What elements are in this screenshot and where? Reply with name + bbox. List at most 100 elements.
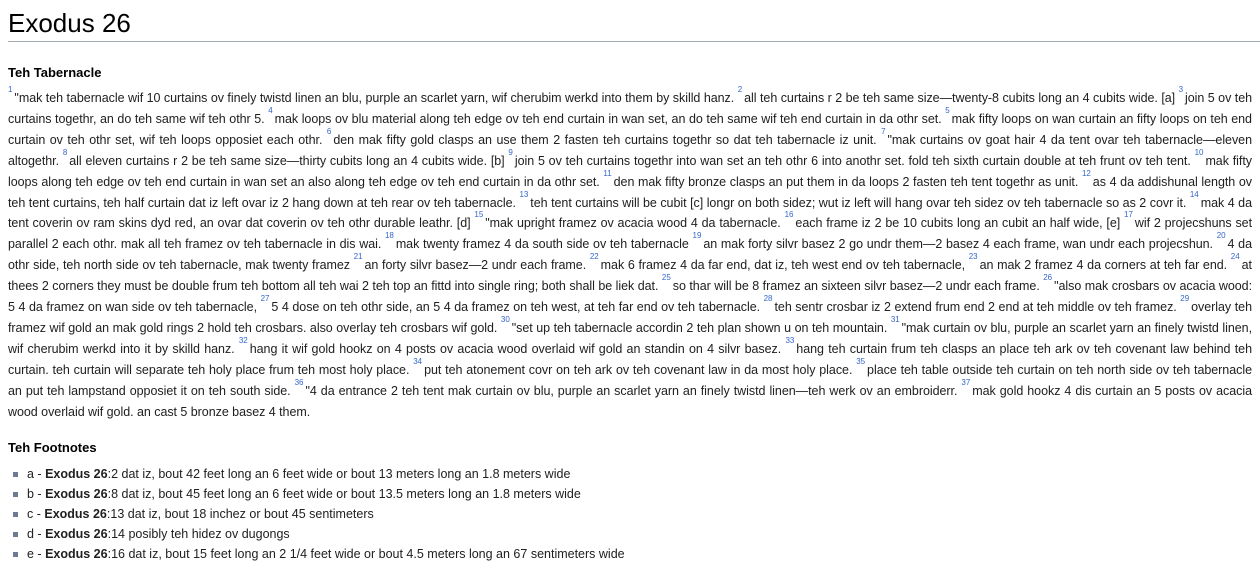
footnote-ref[interactable]: [b] bbox=[491, 154, 505, 168]
footnote-verse: :14 bbox=[107, 526, 125, 541]
footnote-ref-book: Exodus 26 bbox=[45, 546, 108, 561]
verse-text: all eleven curtains r 2 be teh same size… bbox=[69, 153, 491, 168]
verse-text: "mak upright framez ov acacia wood 4 da … bbox=[485, 216, 785, 231]
verse-text: put teh atonement covr on teh ark ov teh… bbox=[424, 362, 857, 377]
verse-number: 12 bbox=[1081, 168, 1091, 178]
page: Exodus 26 Teh Tabernacle 1"mak teh taber… bbox=[0, 0, 1260, 573]
verse-text: so thar will be 8 framez an sixteen silv… bbox=[672, 279, 1044, 294]
bullet-icon bbox=[13, 491, 18, 497]
verse-number: 37 bbox=[961, 377, 971, 387]
verse-number: 21 bbox=[353, 252, 363, 262]
verse-number: 1 bbox=[8, 85, 13, 94]
footnote-verse: :16 bbox=[107, 546, 125, 561]
verse-text: mak loops ov blu material along teh edge… bbox=[274, 111, 946, 126]
verse-number: 19 bbox=[692, 231, 702, 241]
verse-number: 7 bbox=[881, 126, 886, 136]
footnotes-list: a - Exodus 26:2 dat iz, bout 42 feet lon… bbox=[8, 464, 1260, 564]
verse-number: 6 bbox=[326, 126, 332, 136]
verse-text: an mak 2 framez 4 da corners at teh far … bbox=[979, 258, 1231, 273]
verse-number: 33 bbox=[785, 335, 795, 345]
verse-number: 18 bbox=[384, 231, 394, 241]
verse-number: 29 bbox=[1180, 294, 1190, 304]
verse-number: 23 bbox=[968, 252, 978, 262]
footnote-verse: :2 bbox=[107, 466, 119, 481]
footnote-letter: d bbox=[27, 526, 34, 541]
verse-text: "set up teh tabernacle accordin 2 teh pl… bbox=[511, 320, 891, 335]
verse-number: 20 bbox=[1216, 231, 1226, 241]
footnote-text: dat iz, bout 15 feet long an 2 1/4 feet … bbox=[124, 546, 625, 561]
footnote-ref[interactable]: [d] bbox=[457, 216, 471, 230]
verse-number: 10 bbox=[1194, 147, 1204, 157]
verse-number: 15 bbox=[474, 210, 484, 220]
verse-text: "4 da entrance 2 teh tent mak curtain ov… bbox=[305, 383, 962, 398]
verse-number: 30 bbox=[500, 314, 510, 324]
verse-number: 32 bbox=[238, 335, 248, 345]
verse-text: den mak fifty bronze clasps an put them … bbox=[613, 174, 1082, 189]
verse-number: 31 bbox=[890, 314, 900, 324]
footnote-verse: :8 bbox=[107, 486, 119, 501]
footnote-text: dat iz, bout 18 inchez or bout 45 sentim… bbox=[124, 506, 374, 521]
bullet-icon bbox=[13, 531, 18, 537]
verse-text: an mak forty silvr basez 2 go undr them—… bbox=[703, 237, 1217, 252]
bullet-icon bbox=[13, 471, 18, 477]
footnote-item: e - Exodus 26:16 dat iz, bout 15 feet lo… bbox=[8, 544, 1260, 564]
verse-text: "mak teh tabernacle wif 10 curtains ov f… bbox=[14, 91, 738, 105]
verse-number: 34 bbox=[413, 356, 423, 366]
verse-text: mak 6 framez 4 da far end, dat iz, teh w… bbox=[600, 258, 969, 273]
footnote-ref-book: Exodus 26 bbox=[45, 466, 108, 481]
verse-number: 2 bbox=[737, 85, 743, 94]
verse-text: teh sentr crosbar iz 2 extend frum end 2… bbox=[774, 300, 1181, 315]
footnote-letter: b bbox=[27, 486, 34, 501]
footnote-ref[interactable]: [e] bbox=[1106, 216, 1120, 230]
verse-text: teh tent curtains will be cubit bbox=[530, 195, 691, 210]
footnote-ref-book: Exodus 26 bbox=[44, 506, 107, 521]
footnote-item: c - Exodus 26:13 dat iz, bout 18 inchez … bbox=[8, 504, 1260, 524]
verse-number: 11 bbox=[603, 168, 612, 178]
verse-text: den mak fifty gold clasps an use them 2 … bbox=[333, 132, 882, 147]
verse-number: 9 bbox=[508, 147, 513, 157]
verse-number: 3 bbox=[1178, 85, 1183, 94]
footnote-letter: c bbox=[27, 506, 34, 521]
footnote-text: dat iz, bout 42 feet long an 6 feet wide… bbox=[118, 466, 571, 481]
verse-number: 5 bbox=[945, 105, 950, 115]
footnote-ref-book: Exodus 26 bbox=[45, 486, 108, 501]
verse-text: hang it wif gold hookz on 4 posts ov aca… bbox=[249, 341, 786, 356]
footnote-ref[interactable]: [a] bbox=[1161, 91, 1175, 105]
verse-number: 28 bbox=[763, 294, 773, 304]
verse-number: 25 bbox=[661, 273, 671, 283]
page-title: Exodus 26 bbox=[8, 0, 1260, 42]
footnote-item: d - Exodus 26:14 posibly teh hidez ov du… bbox=[8, 524, 1260, 544]
chapter-text: 1"mak teh tabernacle wif 10 curtains ov … bbox=[8, 85, 1260, 423]
footnote-verse: :13 bbox=[106, 506, 125, 521]
verse-number: 26 bbox=[1043, 273, 1053, 283]
verse-number: 14 bbox=[1189, 189, 1199, 199]
footnote-item: b - Exodus 26:8 dat iz, bout 45 feet lon… bbox=[8, 484, 1260, 504]
verse-number: 13 bbox=[519, 189, 529, 199]
footnote-item: a - Exodus 26:2 dat iz, bout 42 feet lon… bbox=[8, 464, 1260, 484]
verse-text: each frame iz 2 be 10 cubits long an cub… bbox=[795, 216, 1107, 231]
footnote-letter: a bbox=[27, 466, 34, 481]
verse-number: 27 bbox=[260, 294, 270, 304]
verse-number: 24 bbox=[1230, 252, 1240, 262]
verse-text: an forty silvr basez—2 undr each frame. bbox=[364, 258, 590, 273]
section-heading: Teh Tabernacle bbox=[8, 65, 102, 80]
verse-number: 35 bbox=[856, 356, 866, 366]
footnote-text: posibly teh hidez ov dugongs bbox=[124, 526, 290, 541]
verse-number: 8 bbox=[62, 147, 68, 157]
verse-number: 16 bbox=[784, 210, 794, 220]
verse-number: 36 bbox=[294, 377, 304, 387]
bullet-icon bbox=[13, 511, 18, 517]
footnote-ref[interactable]: [c] bbox=[690, 196, 703, 210]
verse-number: 17 bbox=[1124, 210, 1133, 220]
verse-text: 5 4 dose on teh othr side, an 5 4 da fra… bbox=[271, 300, 764, 315]
footnote-text: dat iz, bout 45 feet long an 6 feet wide… bbox=[118, 486, 581, 501]
verse-number: 22 bbox=[589, 252, 599, 262]
bullet-icon bbox=[13, 551, 18, 557]
footnote-ref-book: Exodus 26 bbox=[45, 526, 108, 541]
footnotes-heading: Teh Footnotes bbox=[8, 439, 97, 455]
verse-text: mak twenty framez 4 da south side ov teh… bbox=[395, 237, 693, 252]
footnote-letter: e bbox=[27, 546, 34, 561]
verse-text: longr on both sidez; wut iz left will ha… bbox=[706, 195, 1190, 210]
verse-text: join 5 ov teh curtains togethr into wan … bbox=[514, 153, 1195, 168]
verse-text: all teh curtains r 2 be teh same size—tw… bbox=[744, 91, 1162, 105]
